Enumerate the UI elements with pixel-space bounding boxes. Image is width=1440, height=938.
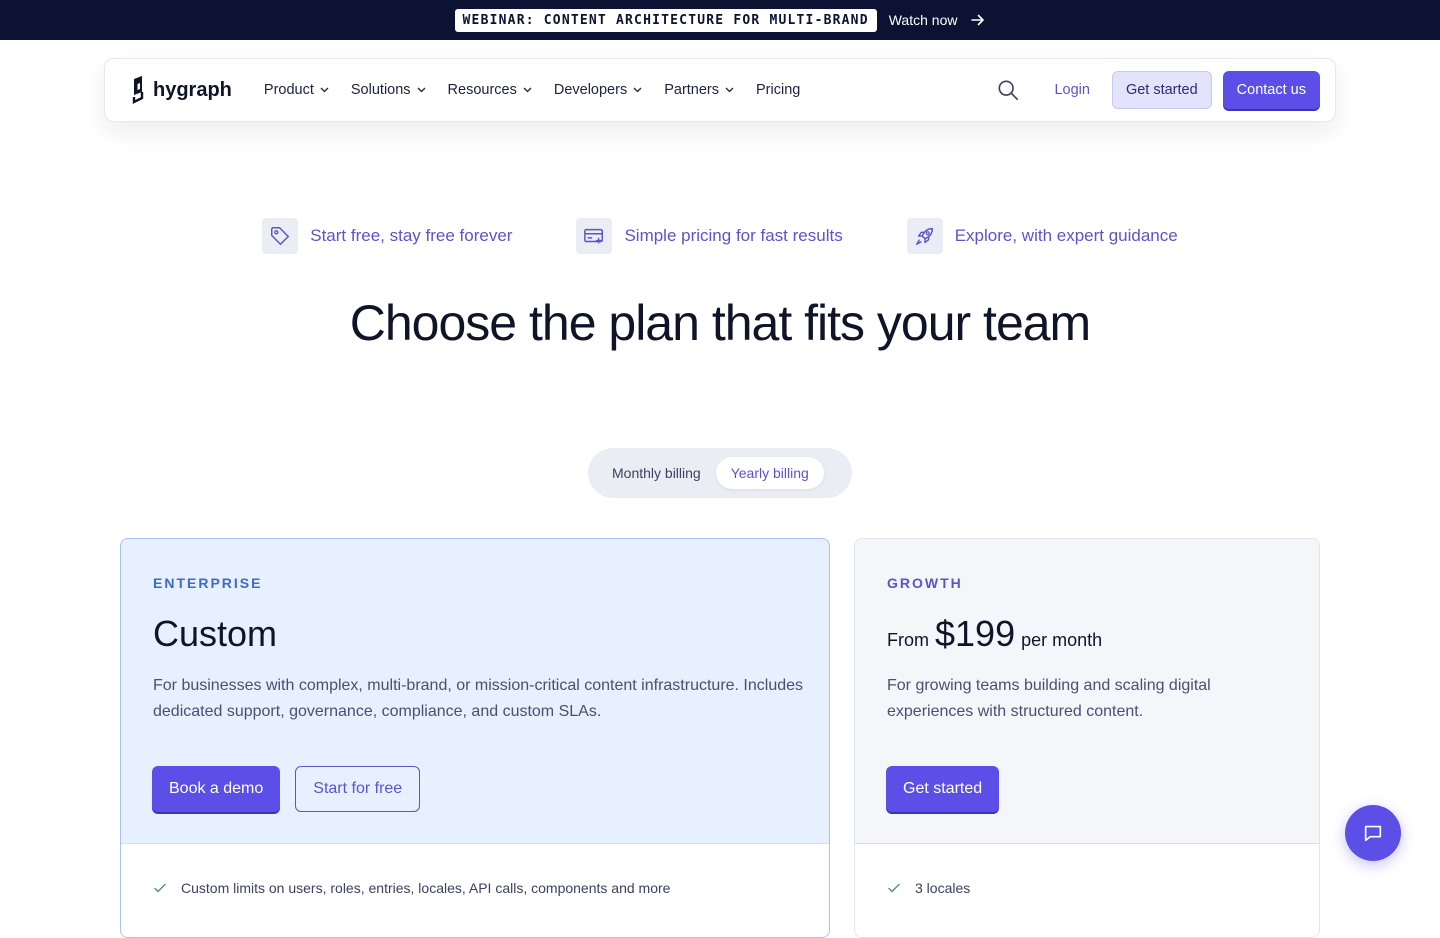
- nav-item-label: Pricing: [756, 82, 801, 98]
- nav-item-label: Partners: [664, 82, 720, 98]
- feature-item: Start free, stay free forever: [262, 218, 512, 254]
- chevron-down-icon: [523, 87, 532, 93]
- chevron-down-icon: [725, 87, 734, 93]
- check-icon: [888, 883, 900, 893]
- watch-now-link[interactable]: Watch now: [889, 12, 986, 28]
- nav-item-pricing[interactable]: Pricing: [756, 82, 800, 98]
- feature-item: Simple pricing for fast results: [576, 218, 843, 254]
- nav-item-product[interactable]: Product: [264, 82, 329, 98]
- plan-card-header: ENTERPRISE Custom For businesses with co…: [121, 539, 829, 843]
- nav-item-label: Solutions: [350, 82, 411, 98]
- plan-feature-text: 3 locales: [915, 880, 971, 896]
- monthly-billing-option[interactable]: Monthly billing: [597, 457, 716, 489]
- chevron-down-icon: [320, 87, 329, 93]
- search-button[interactable]: [996, 78, 1020, 102]
- feature-item: Explore, with expert guidance: [906, 218, 1178, 254]
- nav-item-resources[interactable]: Resources: [448, 82, 532, 98]
- nav-actions: Login Get started Contact us: [996, 71, 1320, 109]
- main-navbar: hygraph Product Solutions Resources Deve…: [104, 58, 1336, 122]
- plan-feature-text: Custom limits on users, roles, entries, …: [181, 880, 671, 896]
- price-value: $199: [935, 613, 1016, 654]
- card-plus-icon: [576, 218, 613, 254]
- plan-tier-label: GROWTH: [887, 575, 963, 591]
- get-started-plan-button[interactable]: Get started: [886, 766, 1000, 812]
- plan-card-growth: GROWTH From $199 per month For growing t…: [854, 538, 1320, 938]
- billing-toggle: Monthly billing Yearly billing: [588, 448, 852, 498]
- plan-tier-label: ENTERPRISE: [153, 575, 263, 591]
- plan-card-header: GROWTH From $199 per month For growing t…: [855, 539, 1319, 843]
- login-link[interactable]: Login: [1054, 82, 1089, 98]
- webinar-tag[interactable]: WEBINAR: CONTENT ARCHITECTURE FOR MULTI-…: [454, 8, 877, 32]
- plan-features: Custom limits on users, roles, entries, …: [121, 843, 829, 937]
- plan-description: For growing teams building and scaling d…: [887, 677, 1211, 720]
- hygraph-logo-icon: [132, 76, 144, 104]
- arrow-right-icon: [971, 14, 985, 26]
- rocket-icon: [906, 218, 943, 254]
- chat-icon: [1364, 825, 1382, 842]
- chat-widget-button[interactable]: [1345, 805, 1401, 861]
- search-icon: [998, 80, 1019, 100]
- plan-title: Custom: [153, 613, 278, 654]
- start-for-free-button[interactable]: Start for free: [295, 766, 421, 812]
- price-suffix: per month: [1021, 630, 1103, 650]
- plan-features: 3 locales: [855, 843, 1319, 937]
- feature-text: Simple pricing for fast results: [624, 226, 843, 245]
- contact-us-button[interactable]: Contact us: [1222, 71, 1320, 109]
- book-demo-button[interactable]: Book a demo: [152, 766, 281, 812]
- feature-text: Explore, with expert guidance: [954, 226, 1178, 245]
- tag-icon: [262, 218, 299, 254]
- nav-item-solutions[interactable]: Solutions: [351, 82, 426, 98]
- plan-feature-item: Custom limits on users, roles, entries, …: [153, 880, 797, 896]
- feature-highlights: Start free, stay free forever Simple pri…: [0, 218, 1440, 254]
- check-icon: [154, 883, 166, 893]
- nav-item-label: Product: [263, 82, 314, 98]
- plan-cta-row: Book a demo Start for free: [152, 766, 421, 812]
- feature-text: Start free, stay free forever: [310, 226, 513, 245]
- plan-card-enterprise: ENTERPRISE Custom For businesses with co…: [120, 538, 830, 938]
- plan-cta-row: Get started: [886, 766, 1000, 812]
- yearly-billing-option[interactable]: Yearly billing: [715, 457, 824, 489]
- nav-item-label: Developers: [553, 82, 628, 98]
- nav-item-label: Resources: [447, 82, 517, 98]
- announcement-banner: WEBINAR: CONTENT ARCHITECTURE FOR MULTI-…: [0, 0, 1440, 40]
- price-prefix: From: [887, 630, 929, 650]
- watch-now-label: Watch now: [888, 12, 958, 28]
- plan-feature-item: 3 locales: [887, 880, 1287, 896]
- get-started-button[interactable]: Get started: [1111, 71, 1212, 109]
- chevron-down-icon: [633, 87, 642, 93]
- logo-text: hygraph: [153, 78, 232, 101]
- hygraph-logo[interactable]: hygraph: [129, 76, 232, 104]
- page-headline: Choose the plan that fits your team: [349, 295, 1091, 351]
- plan-price: From $199 per month: [887, 613, 1102, 655]
- nav-item-partners[interactable]: Partners: [664, 82, 734, 98]
- nav-menu: Product Solutions Resources Developers P…: [264, 82, 800, 98]
- nav-item-developers[interactable]: Developers: [554, 82, 642, 98]
- plan-description: For businesses with complex, multi-brand…: [153, 677, 804, 720]
- chevron-down-icon: [417, 87, 426, 93]
